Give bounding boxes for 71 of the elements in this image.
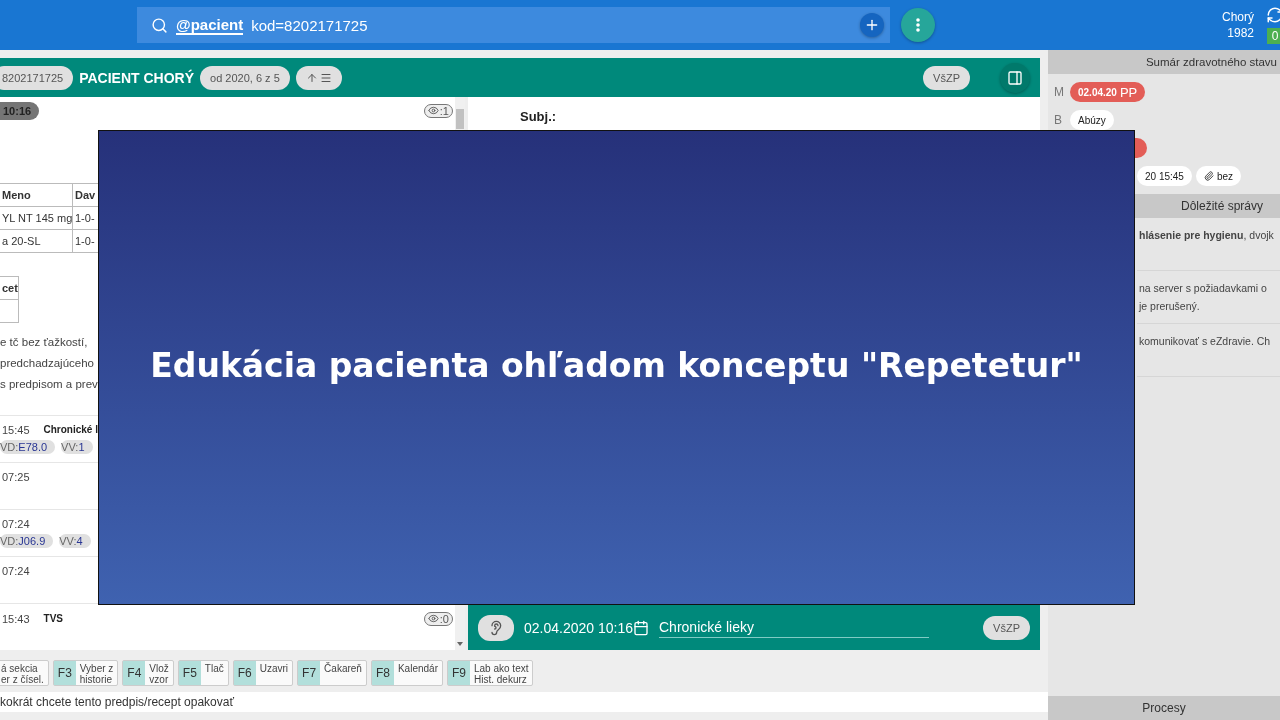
message-text[interactable]: hlásenie pre hygienu, dvojk (1137, 218, 1280, 271)
function-key[interactable]: F8 Kalendár (370, 660, 443, 686)
entry-title: Chronické l (43, 424, 98, 436)
down-arrow-icon (457, 642, 463, 646)
entry-time: 15:43 (2, 613, 30, 625)
section-field[interactable]: Chronické lieky (659, 617, 929, 638)
entry-time: 07:25 (2, 471, 30, 483)
status-text: kokrát chcete tento predpis/recept opakovať (0, 692, 1048, 712)
code-tag: VV:4 (59, 534, 91, 548)
note-text: e tč bez ťažkostí, (0, 334, 88, 350)
entry-title: TVS (43, 613, 63, 625)
slide-title: Edukácia pacienta ohľadom konceptu "Repetetur" (150, 346, 1083, 385)
hearing-button[interactable] (478, 614, 514, 641)
insurer-button[interactable]: VšZP (983, 615, 1030, 640)
sort-button[interactable] (295, 65, 342, 90)
eye-icon (427, 613, 439, 625)
entry-time: 07:24 (2, 518, 30, 530)
time-tag: 10:16 (0, 101, 40, 120)
search-icon (151, 16, 168, 34)
table-cell: YL NT 145 mg (0, 206, 73, 230)
scrollbar[interactable] (455, 605, 465, 650)
code-tag: VD:J06.9 (0, 534, 54, 548)
message-text[interactable]: na server s požiadavkami o je prerušený. (1137, 271, 1280, 324)
function-key[interactable]: á sekcia er z čísel. (0, 660, 49, 686)
summary-tag[interactable]: Abúzy (1070, 110, 1114, 130)
panel-icon (1007, 69, 1023, 86)
patient-id[interactable]: 8202171725 (0, 65, 74, 90)
insurer-button[interactable]: VšZP (923, 65, 970, 90)
view-count[interactable]: :1 (423, 103, 453, 118)
alert-tag[interactable]: 02.04.20 PP (1070, 82, 1146, 102)
entry-time: 07:24 (2, 565, 30, 577)
note-text: predchadzajúceho (0, 355, 94, 371)
column-header: Meno (0, 183, 73, 207)
code-tag: VD:E78.0 (0, 440, 56, 454)
record-datetime: 02.04.2020 10:16 (524, 619, 633, 636)
processes-header: Procesy (1048, 696, 1280, 720)
function-key[interactable]: F5 Tlač (177, 660, 229, 686)
table-cell: a 20-SL (0, 229, 73, 253)
subject-label: Subj.: (520, 109, 557, 124)
note-text: s predpisom a prev (0, 376, 98, 392)
column-header: cet (0, 276, 19, 300)
refresh-icon[interactable] (1266, 6, 1280, 24)
alert-tag[interactable] (1135, 138, 1147, 158)
scrollbar[interactable] (455, 97, 465, 130)
entry-time: 15:45 (2, 424, 30, 436)
summary-tag[interactable]: 20 15:45 (1137, 166, 1192, 186)
eye-icon (427, 105, 439, 117)
row-letter: B (1054, 113, 1063, 127)
ear-icon (488, 619, 504, 636)
panel-button[interactable] (1000, 62, 1030, 93)
more-button[interactable] (901, 8, 935, 42)
message-text[interactable]: komunikovať s eZdravie. Ch (1137, 324, 1280, 377)
date-range[interactable]: od 2020, 6 z 5 (200, 65, 290, 90)
summary-header: Sumár zdravotného stavu (1048, 50, 1280, 74)
more-icon (916, 18, 920, 32)
arrow-up-icon (305, 71, 318, 84)
function-key[interactable]: F7 Čakareň (297, 660, 367, 686)
lines-icon (319, 71, 332, 84)
search-field[interactable]: @pacient kod=8202171725 (137, 7, 890, 43)
row-letter: M (1054, 85, 1065, 99)
code-tag: VV:1 (61, 440, 93, 454)
paperclip-icon (1203, 171, 1214, 181)
patient-name: PACIENT CHORÝ (79, 69, 195, 86)
calendar-icon[interactable] (633, 619, 649, 636)
user-name: Chorý (1222, 9, 1254, 25)
function-key[interactable]: F6 Uzavri (232, 660, 294, 686)
plus-icon (864, 17, 880, 33)
user-year: 1982 (1227, 25, 1254, 41)
count-badge: 0 (1266, 28, 1280, 44)
attachment-tag[interactable]: bez (1195, 166, 1242, 186)
view-count[interactable]: :0 (423, 612, 453, 626)
